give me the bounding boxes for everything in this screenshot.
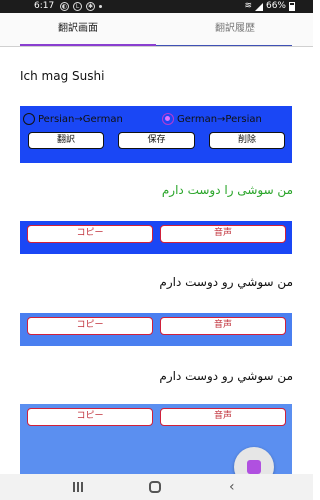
back-icon[interactable]: ‹ — [229, 479, 235, 495]
translate-button[interactable]: 翻訳 — [28, 132, 104, 149]
result-text-3: من سوشي رو دوست دارم — [159, 369, 293, 383]
dot-icon — [99, 5, 102, 8]
tab-divider-line — [156, 45, 292, 46]
audio-button[interactable]: 音声 — [160, 317, 286, 335]
status-right: ≋ 66% — [244, 0, 295, 13]
audio-button[interactable]: 音声 — [160, 408, 286, 426]
radio-label: German→Persian — [177, 113, 262, 125]
control-panel: Persian→German German→Persian 翻訳 保存 削除 — [20, 106, 292, 163]
radio-label: Persian→German — [38, 113, 123, 125]
delete-button[interactable]: 削除 — [209, 132, 285, 149]
tab-translate[interactable]: 翻訳画面 — [0, 13, 156, 47]
result-action-bar-2: コピー 音声 — [20, 313, 292, 346]
app-icon — [247, 460, 261, 474]
tab-active-indicator — [20, 44, 156, 46]
recents-icon[interactable] — [73, 482, 85, 492]
copy-button[interactable]: コピー — [27, 225, 153, 243]
source-text-input[interactable]: Ich mag Sushi — [20, 69, 104, 83]
system-nav-bar: ‹ — [0, 474, 313, 500]
copy-button[interactable]: コピー — [27, 317, 153, 335]
radio-german-to-persian[interactable]: German→Persian — [162, 109, 262, 129]
radio-button-checked-icon — [162, 113, 174, 125]
status-bar: 6:17 ◐ L ✱ ≋ 66% — [0, 0, 313, 13]
line-app-icon: L — [73, 2, 82, 11]
battery-percent: 66% — [265, 1, 286, 11]
battery-icon — [289, 2, 295, 11]
settings-notif-icon: ✱ — [86, 2, 95, 11]
radio-button-icon — [23, 113, 35, 125]
tab-bar: 翻訳画面 翻訳履歴 — [0, 13, 313, 47]
wifi-icon: ≋ — [244, 1, 252, 11]
result-action-bar-1: コピー 音声 — [20, 221, 292, 254]
signal-icon — [254, 2, 263, 11]
notification-icon: ◐ — [60, 2, 69, 11]
home-icon[interactable] — [149, 481, 161, 493]
result-text-2: من سوشي رو دوست دارم — [159, 275, 293, 289]
result-text-1: من سوشی را دوست دارم — [161, 183, 293, 197]
direction-radio-group: Persian→German German→Persian — [20, 109, 292, 129]
copy-button[interactable]: コピー — [27, 408, 153, 426]
radio-persian-to-german[interactable]: Persian→German — [23, 109, 123, 129]
tab-history[interactable]: 翻訳履歴 — [157, 13, 313, 47]
save-button[interactable]: 保存 — [118, 132, 195, 149]
status-time: 6:17 — [34, 1, 55, 11]
audio-button[interactable]: 音声 — [160, 225, 286, 243]
